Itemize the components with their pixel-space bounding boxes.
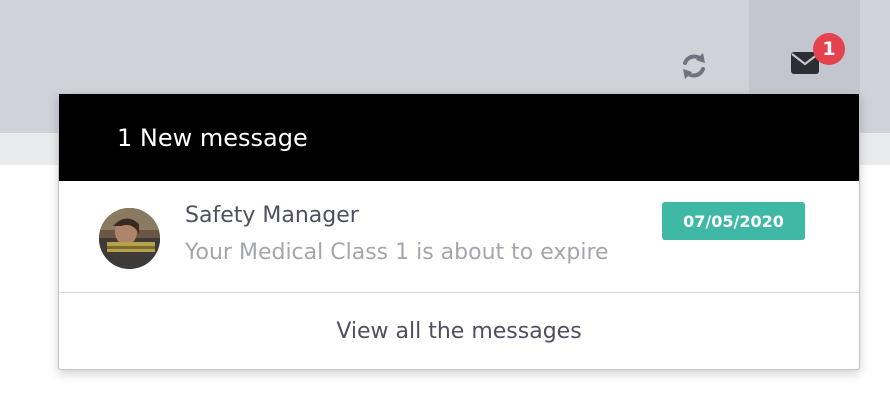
unread-count-badge: 1 xyxy=(813,33,845,65)
message-preview: Your Medical Class 1 is about to expire xyxy=(185,240,609,265)
refresh-icon xyxy=(683,53,705,79)
user-avatar xyxy=(99,208,160,269)
message-item[interactable]: Safety Manager Your Medical Class 1 is a… xyxy=(59,181,859,293)
view-all-messages-link[interactable]: View all the messages xyxy=(59,294,859,369)
refresh-button[interactable] xyxy=(672,44,716,88)
avatar-photo xyxy=(99,208,160,269)
messages-dropdown: 1 New message Safety Manager Your Medica… xyxy=(58,93,860,370)
message-sender: Safety Manager xyxy=(185,203,359,228)
new-messages-title: 1 New message xyxy=(117,124,308,152)
dropdown-header: 1 New message xyxy=(59,94,859,181)
message-date-badge: 07/05/2020 xyxy=(662,202,805,240)
messages-button[interactable]: 1 xyxy=(749,0,860,95)
